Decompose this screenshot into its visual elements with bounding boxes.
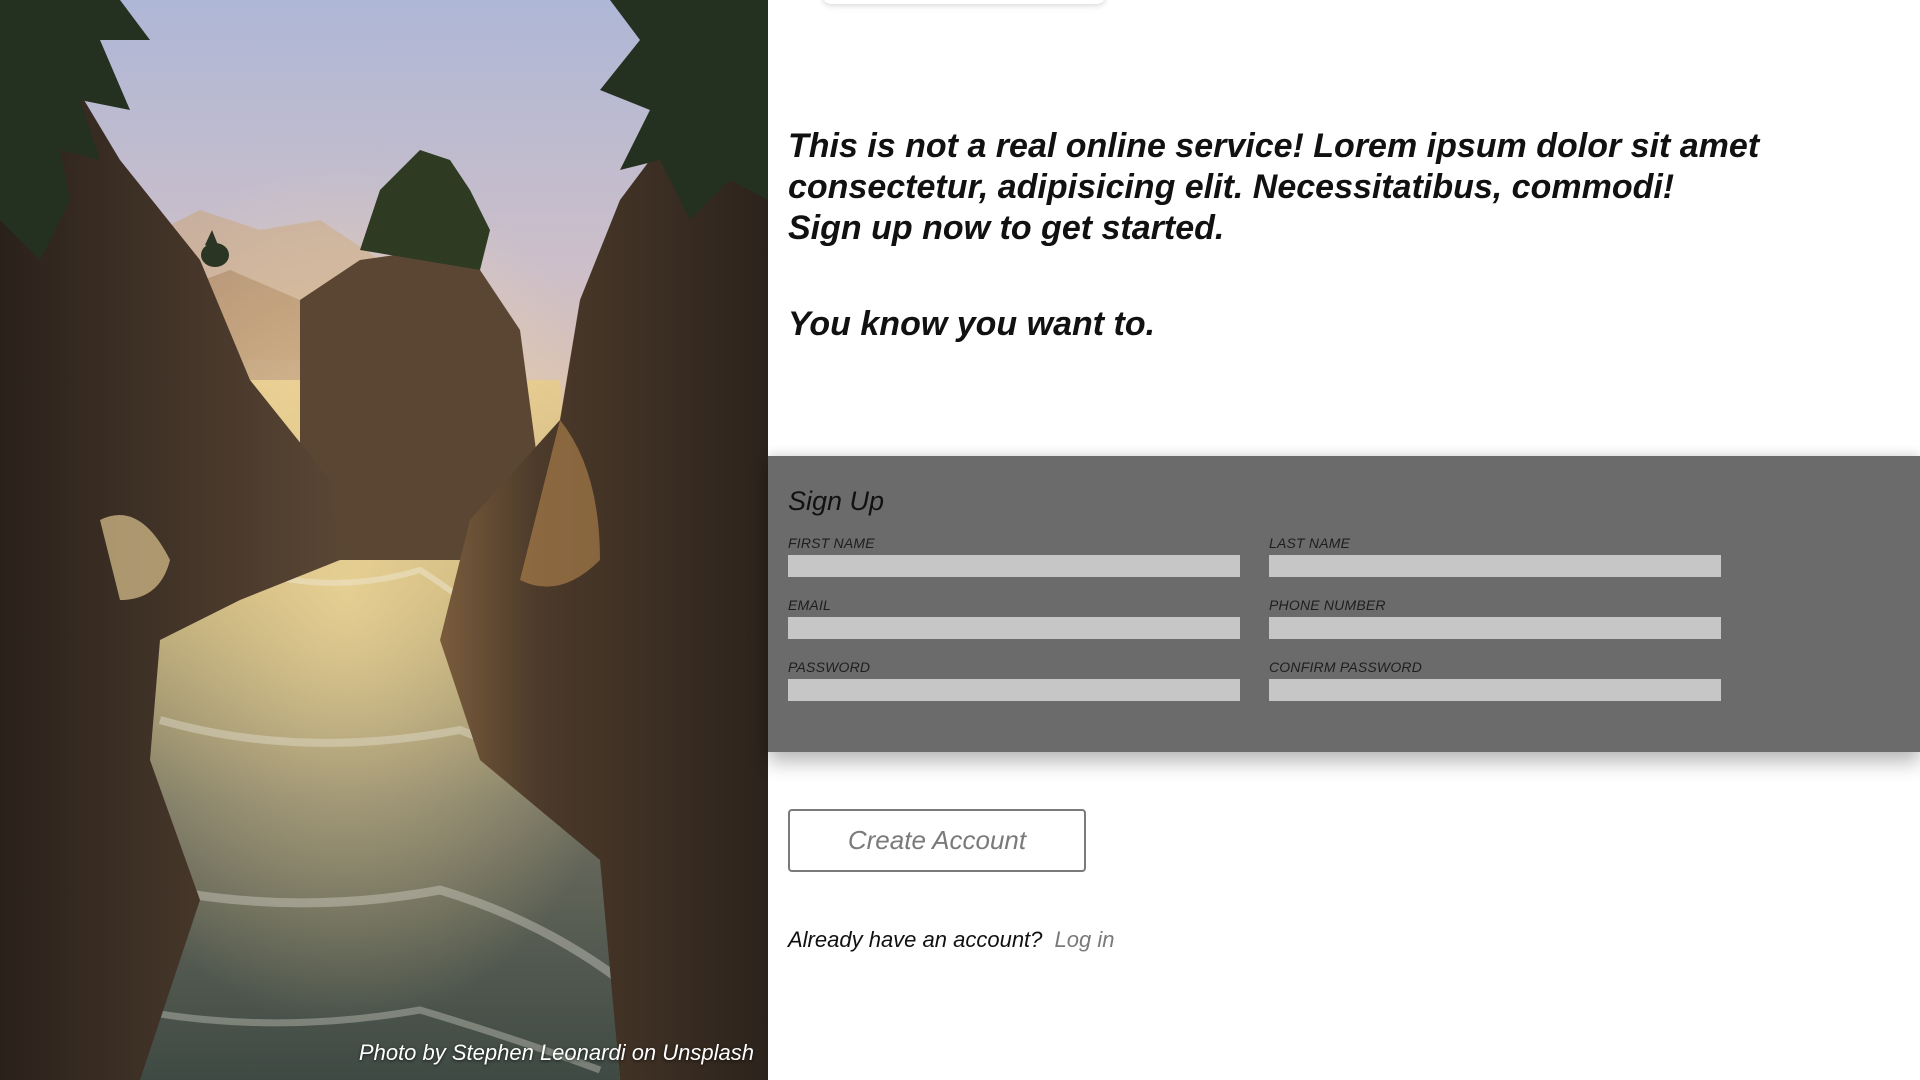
email-group: EMAIL [788, 597, 1240, 639]
login-prompt-text: Already have an account? [788, 927, 1043, 952]
first-name-label: FIRST NAME [788, 535, 875, 551]
top-tab-decoration [822, 0, 1106, 4]
login-prompt: Already have an account? Log in [788, 927, 1114, 953]
confirm-password-input[interactable] [1269, 679, 1721, 701]
intro-line-3: Sign up now to get started. [788, 209, 1225, 247]
password-group: PASSWORD [788, 659, 1240, 701]
intro-line-2: consectetur, adipisicing elit. Necessita… [788, 168, 1675, 206]
first-name-group: FIRST NAME [788, 535, 1240, 577]
intro-tagline: You know you want to. [788, 305, 1156, 343]
phone-number-label: PHONE NUMBER [1269, 597, 1386, 613]
confirm-password-group: CONFIRM PASSWORD [1269, 659, 1721, 701]
email-label: EMAIL [788, 597, 832, 613]
password-label: PASSWORD [788, 659, 871, 675]
photo-credit: Photo by Stephen Leonardi on Unsplash [358, 1040, 754, 1065]
hero-photo: Photo by Stephen Leonardi on Unsplash [0, 0, 768, 1080]
signup-form: Sign Up FIRST NAME LAST NAME EMAIL PHONE… [768, 456, 1920, 752]
signup-title: Sign Up [788, 486, 885, 516]
email-input[interactable] [788, 617, 1240, 639]
signup-fields: FIRST NAME LAST NAME EMAIL PHONE NUMBER … [788, 535, 1900, 701]
last-name-input[interactable] [1269, 555, 1721, 577]
intro-text: This is not a real online service! Lorem… [788, 126, 1848, 345]
phone-number-input[interactable] [1269, 617, 1721, 639]
first-name-input[interactable] [788, 555, 1240, 577]
phone-number-group: PHONE NUMBER [1269, 597, 1721, 639]
last-name-group: LAST NAME [1269, 535, 1721, 577]
coastal-cliffs-image [0, 0, 768, 1080]
login-link[interactable]: Log in [1055, 927, 1115, 952]
intro-line-1: This is not a real online service! Lorem… [788, 127, 1760, 165]
password-input[interactable] [788, 679, 1240, 701]
last-name-label: LAST NAME [1269, 535, 1351, 551]
signup-page: Photo by Stephen Leonardi on Unsplash Th… [0, 0, 1920, 1080]
content-area: This is not a real online service! Lorem… [768, 0, 1920, 1080]
create-account-button[interactable]: Create Account [788, 809, 1086, 872]
confirm-password-label: CONFIRM PASSWORD [1269, 659, 1423, 675]
